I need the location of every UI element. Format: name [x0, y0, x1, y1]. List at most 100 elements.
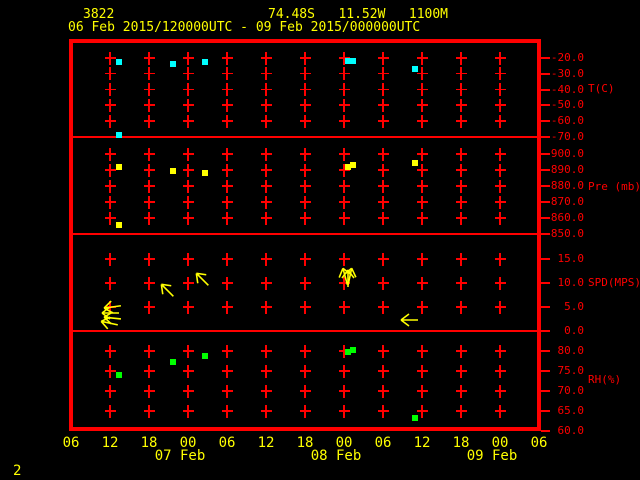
y-tick-label: 70.0: [557, 384, 585, 397]
wind-arrow: [398, 309, 420, 331]
y-tick-label: -40.0: [550, 82, 584, 96]
grid-tick-cross: [494, 163, 506, 177]
temp-data-point: [170, 60, 177, 67]
grid-tick-cross: [143, 179, 155, 193]
grid-tick-cross: [494, 364, 506, 378]
grid-tick-cross: [455, 384, 467, 398]
grid-tick-cross: [260, 195, 272, 209]
header-time-range: 06 Feb 2015/120000UTC - 09 Feb 2015/0000…: [68, 20, 421, 35]
grid-tick-cross: [299, 98, 311, 112]
x-tick-label: 06: [530, 435, 548, 451]
rh-data-point: [116, 372, 123, 379]
grid-tick-cross: [221, 83, 233, 97]
grid-tick-cross: [494, 179, 506, 193]
grid-tick-cross: [377, 114, 389, 128]
grid-tick-cross: [299, 344, 311, 358]
grid-tick-cross: [221, 67, 233, 81]
grid-tick-cross: [494, 384, 506, 398]
panel-divider: [73, 136, 537, 138]
grid-tick-cross: [494, 276, 506, 290]
grid-tick-cross: [104, 211, 116, 225]
y-tick-label: 60.0: [557, 424, 585, 437]
grid-tick-cross: [416, 179, 428, 193]
grid-tick-cross: [416, 51, 428, 65]
grid-tick-cross: [377, 163, 389, 177]
grid-tick-cross: [455, 51, 467, 65]
y-tick-label: -30.0: [550, 66, 584, 80]
grid-tick-cross: [299, 67, 311, 81]
grid-tick-cross: [338, 179, 350, 193]
grid-tick-cross: [494, 211, 506, 225]
grid-tick-cross: [299, 276, 311, 290]
grid-tick-cross: [455, 252, 467, 266]
grid-tick-cross: [377, 211, 389, 225]
grid-tick-cross: [182, 179, 194, 193]
grid-tick-cross: [416, 364, 428, 378]
x-tick-label: 06: [218, 435, 236, 451]
grid-tick-cross: [416, 163, 428, 177]
date-label: 08 Feb: [310, 448, 362, 464]
grid-tick-cross: [299, 51, 311, 65]
grid-tick-cross: [143, 163, 155, 177]
grid-tick-cross: [143, 98, 155, 112]
grid-tick-cross: [104, 384, 116, 398]
grid-tick-cross: [104, 147, 116, 161]
grid-tick-cross: [182, 300, 194, 314]
grid-tick-cross: [143, 147, 155, 161]
y-tick-label: 0.0: [564, 324, 584, 337]
grid-tick-cross: [221, 384, 233, 398]
grid-tick-cross: [455, 344, 467, 358]
grid-tick-cross: [494, 252, 506, 266]
grid-tick-cross: [377, 404, 389, 418]
grid-tick-cross: [143, 114, 155, 128]
grid-tick-cross: [455, 114, 467, 128]
temp-data-point: [350, 58, 357, 64]
grid-tick-cross: [143, 51, 155, 65]
grid-tick-cross: [338, 404, 350, 418]
grid-tick-cross: [377, 98, 389, 112]
page-indicator: 2: [13, 463, 22, 479]
y-tick-label: 75.0: [557, 364, 585, 377]
temp-data-point: [116, 131, 123, 138]
pressure-data-point: [350, 162, 357, 169]
y-tick-label: 870.0: [550, 195, 584, 208]
grid-tick-cross: [338, 98, 350, 112]
grid-tick-cross: [377, 300, 389, 314]
grid-tick-cross: [143, 83, 155, 97]
grid-tick-cross: [221, 51, 233, 65]
grid-tick-cross: [455, 83, 467, 97]
grid-tick-cross: [377, 147, 389, 161]
grid-tick-cross: [377, 67, 389, 81]
grid-tick-cross: [416, 276, 428, 290]
rh-data-point: [170, 358, 177, 365]
grid-tick-cross: [182, 252, 194, 266]
grid-tick-cross: [494, 51, 506, 65]
grid-tick-cross: [221, 252, 233, 266]
grid-tick-cross: [182, 384, 194, 398]
pressure-data-point: [411, 159, 418, 166]
grid-tick-cross: [221, 163, 233, 177]
grid-tick-cross: [299, 195, 311, 209]
wind-arrow: [96, 310, 122, 336]
temp-data-point: [116, 58, 123, 65]
grid-tick-cross: [143, 252, 155, 266]
grid-tick-cross: [143, 195, 155, 209]
grid-tick-cross: [260, 147, 272, 161]
grid-tick-cross: [260, 163, 272, 177]
grid-tick-cross: [416, 404, 428, 418]
y-tick-label: 860.0: [550, 211, 584, 224]
grid-tick-cross: [143, 384, 155, 398]
grid-tick-cross: [182, 344, 194, 358]
grid-tick-cross: [221, 211, 233, 225]
grid-tick-cross: [143, 364, 155, 378]
grid-tick-cross: [299, 404, 311, 418]
temp-data-point: [411, 66, 418, 73]
y-tick-label: 15.0: [557, 252, 585, 265]
grid-tick-cross: [338, 67, 350, 81]
pressure-data-point: [170, 167, 177, 174]
grid-tick-cross: [260, 114, 272, 128]
grid-tick-cross: [260, 67, 272, 81]
grid-tick-cross: [260, 51, 272, 65]
x-tick-label: 12: [257, 435, 275, 451]
panel-label: Pre (mb): [588, 180, 640, 193]
